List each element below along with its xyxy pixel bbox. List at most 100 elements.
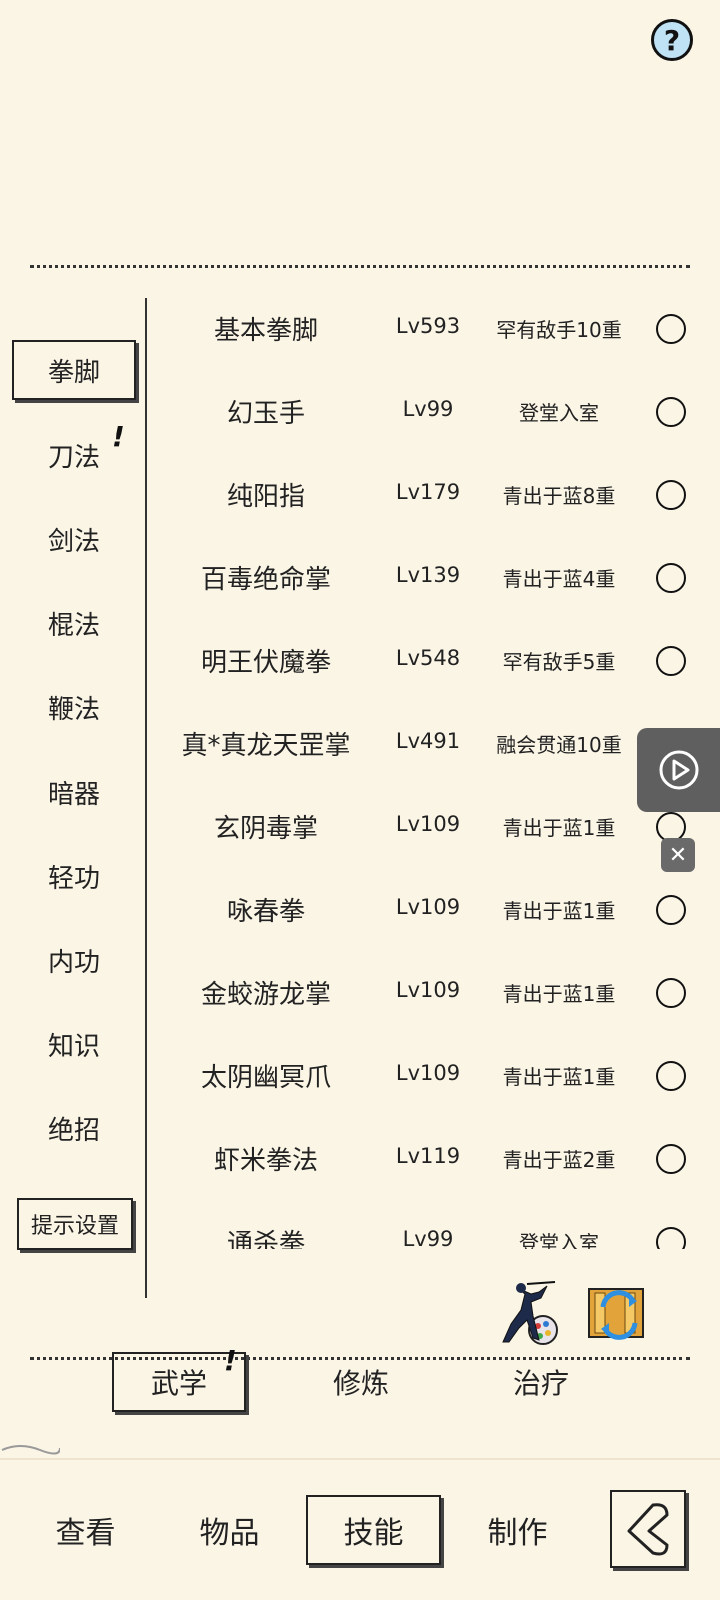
nav-tab-wupin[interactable]: 物品 <box>162 1495 297 1565</box>
question-icon: ? <box>663 23 681 57</box>
skill-row[interactable]: 金蛟游龙掌 Lv109 青出于蓝1重 <box>150 950 700 1032</box>
skill-name: 基本拳脚 <box>213 316 318 346</box>
skill-radio[interactable] <box>656 978 686 1008</box>
subtab-zhiliao[interactable]: 治疗 <box>474 1352 608 1412</box>
skill-level: Lv109 <box>395 895 461 919</box>
skill-radio[interactable] <box>656 646 686 676</box>
category-anqi[interactable]: 暗器 <box>10 762 138 822</box>
category-label: 暗器 <box>47 779 100 810</box>
skill-name: 真*真龙天罡掌 <box>181 731 351 761</box>
alert-badge: ! <box>112 420 125 453</box>
category-bianfa[interactable]: 鞭法 <box>10 677 138 737</box>
category-label: 内功 <box>47 947 100 978</box>
skill-row[interactable]: 咏春拳 Lv109 青出于蓝1重 <box>150 867 700 949</box>
skill-tier: 罕有敌手5重 <box>502 650 616 674</box>
skill-row[interactable]: 百毒绝命掌 Lv139 青出于蓝4重 <box>150 535 700 617</box>
skill-row[interactable]: 虾米拳法 Lv119 青出于蓝2重 <box>150 1116 700 1198</box>
skill-tier: 青出于蓝4重 <box>502 567 616 591</box>
close-icon: ✕ <box>668 842 688 868</box>
skill-tier: 融会贯通10重 <box>496 733 622 757</box>
hint-settings-label: 提示设置 <box>30 1214 119 1239</box>
hint-settings-button[interactable]: 提示设置 <box>17 1198 133 1250</box>
skill-name: 明王伏魔拳 <box>200 648 331 678</box>
skill-row[interactable]: 真*真龙天罡掌 Lv491 融会贯通10重 <box>150 701 700 783</box>
skill-level: Lv109 <box>395 978 461 1002</box>
skill-row[interactable]: 太阴幽冥爪 Lv109 青出于蓝1重 <box>150 1033 700 1115</box>
category-gunfa[interactable]: 棍法 <box>10 593 138 653</box>
subtab-xiulian[interactable]: 修炼 <box>294 1352 428 1412</box>
floating-video-panel[interactable] <box>637 728 720 812</box>
nav-tab-label: 制作 <box>487 1516 548 1551</box>
category-juezhao[interactable]: 绝招 <box>10 1098 138 1158</box>
subtab-label: 修炼 <box>332 1367 389 1400</box>
scroll-swap-icon[interactable] <box>585 1283 653 1345</box>
skill-tier: 青出于蓝1重 <box>502 1065 616 1089</box>
category-label: 棍法 <box>47 610 100 641</box>
category-quanjiao[interactable]: 拳脚 <box>12 340 136 400</box>
sidebar-divider <box>145 298 147 1298</box>
skill-tier: 青出于蓝1重 <box>502 982 616 1006</box>
skill-level: Lv491 <box>395 729 461 753</box>
nav-tab-label: 技能 <box>343 1516 404 1551</box>
skill-row[interactable]: 幻玉手 Lv99 登堂入室 <box>150 369 700 451</box>
skill-tier: 青出于蓝1重 <box>502 816 616 840</box>
skill-level: Lv109 <box>395 1061 461 1085</box>
skill-row[interactable]: 纯阳指 Lv179 青出于蓝8重 <box>150 452 700 534</box>
skill-name: 纯阳指 <box>226 482 305 512</box>
help-button[interactable]: ? <box>651 19 693 61</box>
skill-radio[interactable] <box>656 1227 686 1249</box>
skill-radio[interactable] <box>656 1061 686 1091</box>
skill-row[interactable]: 明王伏魔拳 Lv548 罕有敌手5重 <box>150 618 700 700</box>
nav-tab-label: 物品 <box>199 1516 260 1551</box>
skill-tier: 青出于蓝8重 <box>502 484 616 508</box>
category-zhishi[interactable]: 知识 <box>10 1014 138 1074</box>
category-label: 拳脚 <box>47 357 100 388</box>
skill-tier: 青出于蓝1重 <box>502 899 616 923</box>
back-button[interactable] <box>610 1490 686 1568</box>
skill-row[interactable]: 玄阴毒掌 Lv109 青出于蓝1重 <box>150 784 700 866</box>
nav-tab-jineng[interactable]: 技能 <box>306 1495 441 1565</box>
skill-level: Lv139 <box>395 563 461 587</box>
category-label: 轻功 <box>47 863 100 894</box>
skill-radio[interactable] <box>656 480 686 510</box>
category-neigong[interactable]: 内功 <box>10 930 138 990</box>
skill-level: Lv109 <box>395 812 461 836</box>
skill-name: 金蛟游龙掌 <box>200 980 331 1010</box>
nav-tab-zhizuo[interactable]: 制作 <box>450 1495 585 1565</box>
skill-tier: 青出于蓝2重 <box>502 1148 616 1172</box>
skill-tier: 登堂入室 <box>519 1231 599 1249</box>
skill-name: 百毒绝命掌 <box>200 565 331 595</box>
skill-tier: 罕有敌手10重 <box>496 318 622 342</box>
skill-row[interactable]: 通杀拳 Lv99 登堂入室 <box>150 1199 700 1249</box>
skill-radio[interactable] <box>656 563 686 593</box>
skill-radio[interactable] <box>656 1144 686 1174</box>
nav-tab-chakan[interactable]: 查看 <box>18 1495 153 1565</box>
floating-close-button[interactable]: ✕ <box>661 838 695 872</box>
category-label: 知识 <box>47 1031 100 1062</box>
fighter-palette-icon[interactable] <box>497 1280 559 1346</box>
category-label: 剑法 <box>47 526 100 557</box>
skill-level: Lv548 <box>395 646 461 670</box>
skill-row[interactable]: 基本拳脚 Lv593 罕有敌手10重 <box>150 286 700 368</box>
play-icon <box>659 750 698 790</box>
skill-level: Lv593 <box>395 314 461 338</box>
skill-radio[interactable] <box>656 895 686 925</box>
subtab-label: 武学 <box>150 1367 207 1400</box>
skill-radio[interactable] <box>656 314 686 344</box>
skill-level: Lv99 <box>402 1227 454 1249</box>
nav-tab-label: 查看 <box>55 1516 116 1551</box>
skill-radio[interactable] <box>656 397 686 427</box>
skill-level: Lv99 <box>402 397 454 421</box>
skill-level: Lv119 <box>395 1144 461 1168</box>
category-jianfa[interactable]: 剑法 <box>10 509 138 569</box>
skill-tier: 登堂入室 <box>519 401 599 425</box>
ink-stroke-decoration <box>1 1445 60 1455</box>
skill-name: 咏春拳 <box>226 897 305 927</box>
category-qinggong[interactable]: 轻功 <box>10 846 138 906</box>
skill-name: 太阴幽冥爪 <box>200 1063 331 1093</box>
top-divider <box>30 265 690 268</box>
skill-name: 幻玉手 <box>226 399 305 429</box>
subtab-label: 治疗 <box>512 1367 569 1400</box>
skill-name: 玄阴毒掌 <box>213 814 318 844</box>
category-label: 绝招 <box>47 1115 100 1146</box>
